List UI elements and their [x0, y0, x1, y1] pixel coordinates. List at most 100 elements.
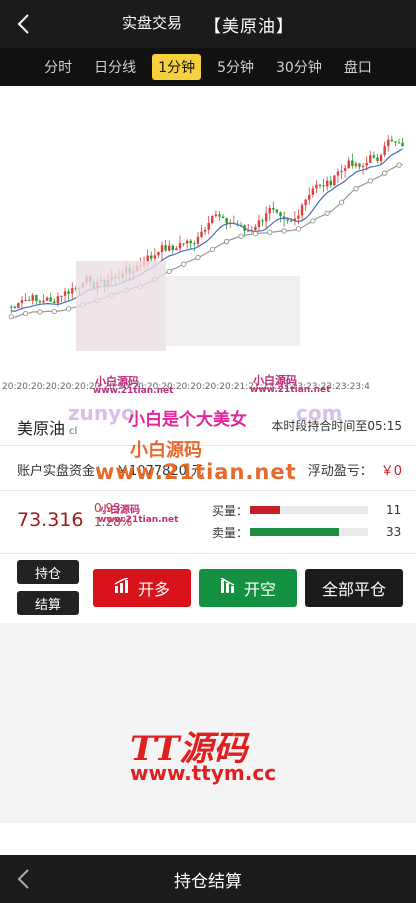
- open-short-button[interactable]: 开空: [199, 569, 297, 607]
- candle: [308, 194, 311, 200]
- ma-dot: [281, 228, 287, 234]
- candle: [297, 215, 300, 219]
- candle: [394, 141, 397, 143]
- buy-value: 11: [386, 503, 402, 517]
- pnl-info: 浮动盈亏： ￥0: [308, 460, 402, 479]
- product-code: cl: [69, 426, 78, 437]
- info-panel: 美原油 cl 本时段持合时间至05:15 zunyo 小白是个大美女 com 账户…: [0, 401, 416, 623]
- candle: [329, 180, 332, 186]
- candle: [63, 291, 67, 296]
- candle: [53, 301, 56, 304]
- candle: [45, 297, 49, 301]
- sell-bar: [250, 528, 368, 536]
- candle: [275, 209, 279, 213]
- tab-daily[interactable]: 日分线: [88, 54, 142, 80]
- ma-dot: [51, 308, 57, 315]
- candle: [315, 184, 318, 189]
- candle: [218, 214, 221, 217]
- candle: [31, 295, 34, 301]
- open-long-button[interactable]: 开多: [93, 569, 191, 607]
- x-axis-labels: 20:20:20:20:20:20:20:20:20:20:20:20:20:2…: [2, 382, 370, 392]
- footer-title: 持仓结算: [174, 871, 242, 892]
- candle: [157, 252, 160, 256]
- buy-label: 买量：: [212, 503, 249, 518]
- candle: [38, 301, 42, 303]
- candle: [207, 222, 210, 230]
- candle: [247, 230, 250, 232]
- product-name-text: 美原油: [17, 419, 66, 438]
- watermark-h: 小白源码: [130, 440, 202, 461]
- chart-tabs: 分时 日分线 1分钟 5分钟 30分钟 盘口: [0, 48, 416, 86]
- candle: [211, 215, 214, 223]
- candle: [372, 155, 376, 158]
- settle-button[interactable]: 结算: [17, 591, 79, 615]
- candle: [185, 240, 189, 244]
- candle: [318, 184, 322, 186]
- watermark-j: 小白源码: [100, 505, 140, 516]
- watermark-i: www.21tian.net: [95, 460, 297, 484]
- tab-orderbook[interactable]: 盘口: [338, 54, 378, 80]
- candle: [178, 243, 182, 249]
- candle: [193, 243, 196, 245]
- buy-volume-row: 买量： 11: [212, 499, 402, 521]
- top-bar: 实盘交易 【美原油】: [0, 0, 416, 48]
- candle: [221, 216, 225, 219]
- candle: [376, 157, 379, 161]
- candle: [171, 245, 174, 251]
- watermark-c: zunyo: [68, 401, 135, 425]
- footer-back-icon[interactable]: [12, 867, 34, 891]
- watermark-g: www.21tian.net: [250, 385, 331, 395]
- tab-30min[interactable]: 30分钟: [270, 54, 328, 80]
- candle: [200, 231, 203, 237]
- current-price: 73.316: [17, 509, 84, 531]
- candle: [160, 245, 164, 253]
- candle: [153, 255, 157, 259]
- ma-dot: [238, 233, 244, 239]
- candle: [397, 142, 401, 144]
- candle: [340, 170, 343, 172]
- candle: [13, 306, 16, 309]
- candle: [20, 300, 24, 304]
- product-name: 【美原油】: [204, 16, 294, 37]
- candle: [361, 165, 365, 167]
- blur-patch: [76, 261, 166, 351]
- ma-dot: [209, 246, 215, 253]
- candle: [35, 295, 38, 302]
- candle: [300, 205, 304, 216]
- kline-chart[interactable]: 20:20:20:20:20:20:20:20:20:20:20:20:20:2…: [0, 86, 416, 406]
- ma-dot: [224, 238, 230, 245]
- candle: [401, 142, 404, 147]
- buy-bar-fill: [250, 506, 280, 514]
- tab-5min[interactable]: 5分钟: [211, 54, 260, 80]
- back-icon[interactable]: [12, 12, 34, 36]
- tab-1min[interactable]: 1分钟: [152, 54, 202, 80]
- candle: [336, 171, 340, 176]
- action-row: 持仓 结算 开多 开空 全部平仓: [0, 554, 416, 622]
- candle: [322, 185, 325, 187]
- chart-up-icon: [114, 577, 132, 598]
- candle: [261, 220, 264, 222]
- candle: [203, 229, 207, 232]
- ma-dot: [295, 226, 302, 232]
- candle: [286, 219, 289, 221]
- hold-button[interactable]: 持仓: [17, 560, 79, 584]
- candle: [387, 139, 390, 147]
- pnl-label: 浮动盈亏：: [307, 464, 373, 479]
- close-all-button[interactable]: 全部平仓: [305, 569, 403, 607]
- watermark-m: www.ttym.cc: [130, 761, 277, 785]
- sell-bar-fill: [250, 528, 339, 536]
- ma-dot: [22, 310, 29, 317]
- volume-box: 买量： 11 卖量： 33: [212, 499, 402, 543]
- tab-fenshi[interactable]: 分时: [38, 54, 78, 80]
- fund-row: 账户实盘资金： ￥1077820 元 浮动盈亏： ￥0 小白源码 www.21t…: [0, 440, 416, 491]
- candle: [17, 303, 20, 309]
- candle: [379, 155, 383, 161]
- candle: [254, 227, 257, 231]
- candle: [390, 139, 394, 142]
- candle: [333, 175, 336, 186]
- candle: [67, 291, 70, 294]
- candle: [365, 162, 368, 166]
- price-row: 73.316 0.93 1.28% 小白源码 www.21tian.net 买量…: [0, 491, 416, 554]
- candle: [56, 296, 60, 304]
- candle: [383, 146, 386, 156]
